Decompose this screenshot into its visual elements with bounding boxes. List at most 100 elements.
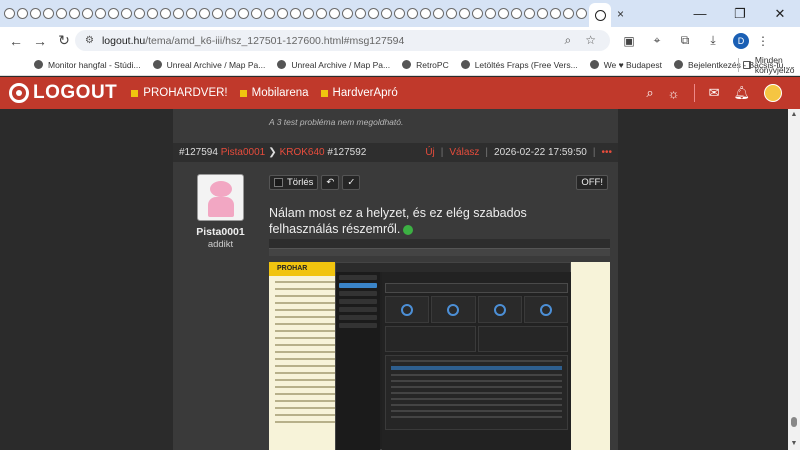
author-name[interactable]: Pista0001 [173,226,268,238]
tab-favicon[interactable] [225,8,236,19]
tab-favicon[interactable] [56,8,67,19]
reload-icon[interactable]: ↻ [52,32,76,49]
tab-favicon[interactable] [264,8,275,19]
forward-icon[interactable]: → [28,33,52,49]
search-icon[interactable]: ⌕ [646,85,653,101]
menu-dots-icon[interactable]: ⋮ [749,34,777,48]
user-avatar[interactable] [764,84,782,102]
reply-link[interactable]: Válasz [449,147,479,158]
scroll-up-icon[interactable]: ▲ [788,109,800,121]
tab-favicon[interactable] [550,8,561,19]
nav-link-mobilarena[interactable]: Mobilarena [239,87,309,99]
bookmark-item[interactable]: RetroPC [396,60,455,70]
tab-favicon[interactable] [30,8,41,19]
download-icon[interactable]: ⤓ [699,33,727,48]
tab-favicon[interactable] [186,8,197,19]
tab-favicon[interactable] [212,8,223,19]
reply-to-post-link[interactable]: #127592 [327,147,366,158]
delete-button[interactable]: Törlés [269,175,319,190]
nav-link-hardverapro[interactable]: HardverApró [320,87,398,99]
tab-favicon[interactable] [147,8,158,19]
tab-favicon[interactable] [394,8,405,19]
tab-favicon[interactable] [498,8,509,19]
post-id-link[interactable]: #127594 [179,147,218,158]
tab-favicon[interactable] [199,8,210,19]
minimize-icon[interactable]: — [680,6,720,21]
post-author-link[interactable]: Pista0001 [221,147,265,158]
tab-favicon[interactable] [381,8,392,19]
zoom-icon[interactable]: ⌕ [565,33,572,48]
more-options-button[interactable]: ••• [601,147,612,158]
tab-favicon[interactable] [160,8,171,19]
tab-favicon[interactable] [108,8,119,19]
delete-checkbox[interactable] [274,178,283,187]
messages-icon[interactable]: ✉ [709,85,720,101]
tab-favicon[interactable] [329,8,340,19]
tab-favicon[interactable] [576,8,587,19]
tab-favicon[interactable] [511,8,522,19]
bookmark-item[interactable]: Unreal Archive / Map Pa... [271,60,396,70]
author-avatar[interactable] [197,174,244,221]
back-icon[interactable]: ← [4,33,28,49]
tab-favicon[interactable] [173,8,184,19]
tab-favicon[interactable] [524,8,535,19]
reply-to-user-link[interactable]: KROK640 [280,147,325,158]
tab-favicon[interactable] [407,8,418,19]
bookmark-item[interactable]: Unreal Archive / Map Pa... [147,60,272,70]
tab-favicon[interactable] [290,8,301,19]
url-input[interactable]: ⚙ logout.hu/tema/amd_k6-iii/hsz_127501-1… [75,30,610,51]
tab-favicon[interactable] [82,8,93,19]
off-topic-button[interactable]: OFF! [576,175,608,190]
scroll-thumb[interactable] [791,417,797,427]
tab-favicon[interactable] [69,8,80,19]
tab-favicon[interactable] [420,8,431,19]
approve-button[interactable]: ✓ [342,175,361,190]
active-tab[interactable] [589,3,611,27]
nav-link-prohardver[interactable]: PROHARDVER! [131,87,228,99]
all-bookmarks-folder[interactable]: Minden könyvjelző [743,54,800,76]
tab-favicon[interactable] [537,8,548,19]
tab-favicon[interactable] [433,8,444,19]
tab-favicon[interactable] [43,8,54,19]
post-body: Nálam most ez a helyzet, és ez elég szab… [269,205,589,237]
tab-favicon[interactable] [17,8,28,19]
tab-favicon[interactable] [303,8,314,19]
tab-favicon[interactable] [4,8,15,19]
tab-favicon[interactable] [342,8,353,19]
tab-favicon[interactable] [134,8,145,19]
theme-toggle-icon[interactable]: ☼ [668,86,680,101]
new-post-link[interactable]: Új [425,147,434,158]
scroll-down-icon[interactable]: ▼ [788,438,800,450]
site-logo[interactable]: LOGOUT [9,82,117,104]
tab-favicon[interactable] [563,8,574,19]
tab-favicon[interactable] [355,8,366,19]
page-scrollbar[interactable]: ▲ ▼ [788,109,800,450]
tab-favicon[interactable] [368,8,379,19]
tab-favicon[interactable] [238,8,249,19]
close-tab-icon[interactable]: × [617,7,624,21]
bookmark-item[interactable]: Monitor hangfal - Stúdi... [28,60,147,70]
close-window-icon[interactable]: ✕ [760,6,800,22]
site-info-icon[interactable]: ⚙ [85,35,94,46]
tab-favicon[interactable] [251,8,262,19]
header-actions: ⌕ ☼ ✉ 🔔︎ [646,77,782,109]
bookmark-item[interactable]: We ♥ Budapest [584,60,668,70]
location-icon[interactable]: ⌖ [643,33,671,48]
tab-favicon[interactable] [472,8,483,19]
notifications-bell-icon[interactable]: 🔔︎ [733,85,750,101]
profile-avatar[interactable]: D [733,32,749,49]
tab-favicon[interactable] [95,8,106,19]
tab-favicon[interactable] [277,8,288,19]
bookmark-item[interactable]: Letöltés Fraps (Free Vers... [455,60,584,70]
bookmark-star-icon[interactable]: ☆ [585,33,596,48]
extensions-puzzle-icon[interactable]: ⧉ [671,33,699,48]
undo-button[interactable]: ↶ [321,175,340,190]
restore-icon[interactable]: ❐ [720,6,760,22]
tab-favicon[interactable] [485,8,496,19]
extension-icon[interactable]: ▣ [615,34,643,48]
tab-favicon[interactable] [459,8,470,19]
tab-favicon[interactable] [446,8,457,19]
embedded-screenshot-image[interactable]: PROHAR [269,239,610,450]
tab-favicon[interactable] [316,8,327,19]
tab-favicon[interactable] [121,8,132,19]
